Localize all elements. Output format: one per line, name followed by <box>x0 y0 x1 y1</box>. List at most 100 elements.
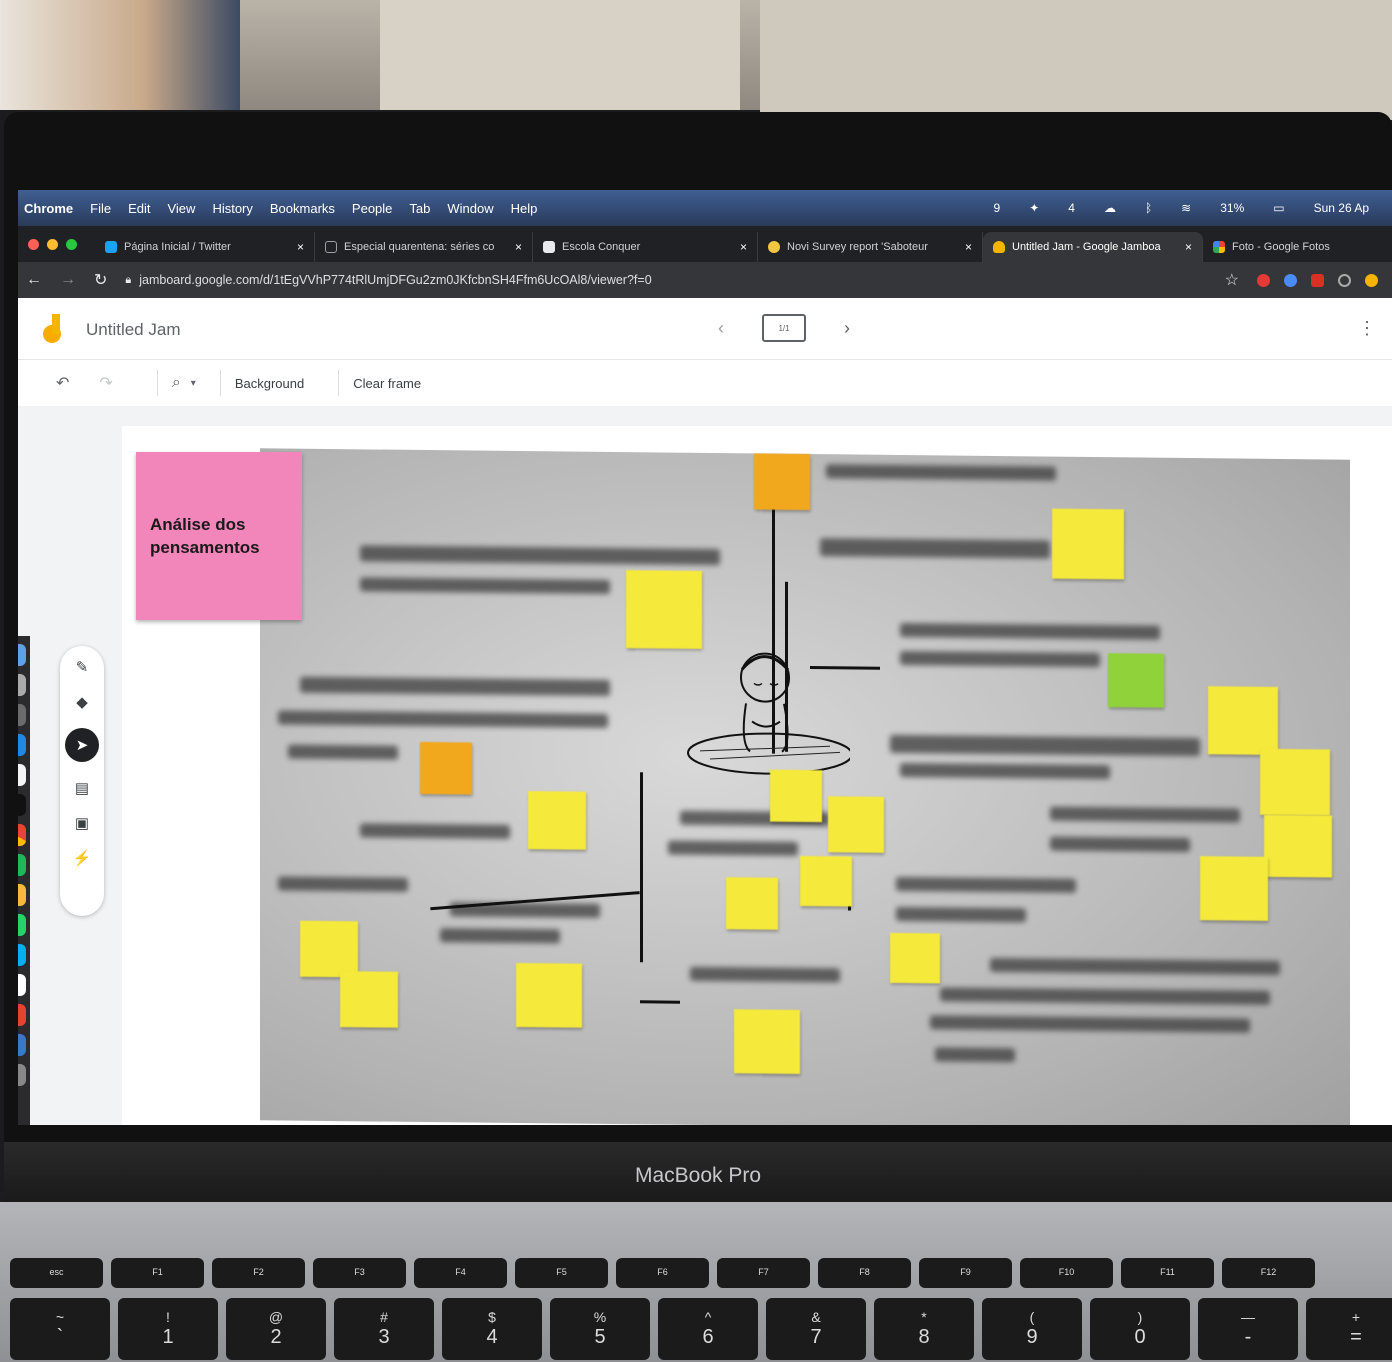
zoom-window-button[interactable] <box>66 239 77 250</box>
sticky-note[interactable] <box>1200 856 1268 921</box>
settings-icon[interactable] <box>18 674 26 696</box>
key-=[interactable]: + = <box>1306 1298 1392 1360</box>
tab-novi-survey[interactable]: Novi Survey report 'Saboteur × <box>758 232 983 262</box>
sticky-note[interactable] <box>770 769 822 823</box>
sticky-note[interactable] <box>420 741 472 795</box>
key-f7[interactable]: F7 <box>717 1258 810 1288</box>
sticky-note[interactable] <box>890 932 940 984</box>
tab-google-fotos[interactable]: Foto - Google Fotos <box>1203 232 1363 262</box>
key-5[interactable]: % 5 <box>550 1298 650 1360</box>
key-3[interactable]: #3 <box>334 1298 434 1360</box>
extension-gmail-icon[interactable] <box>1311 273 1324 287</box>
jam-title[interactable]: Untitled Jam <box>86 320 180 340</box>
preview-icon[interactable] <box>18 1034 26 1056</box>
key-7[interactable]: & 7 <box>766 1298 866 1360</box>
key--[interactable]: — - <box>1198 1298 1298 1360</box>
downloads-icon[interactable] <box>18 1064 26 1086</box>
next-frame-icon[interactable]: › <box>844 318 850 339</box>
sticky-note[interactable] <box>1108 653 1164 708</box>
key-f5[interactable]: F5 <box>515 1258 608 1288</box>
key-9[interactable]: (9 <box>982 1298 1082 1360</box>
menu-edit[interactable]: Edit <box>128 201 150 216</box>
bulb-icon[interactable] <box>18 884 26 906</box>
key-2[interactable]: @2 <box>226 1298 326 1360</box>
tab-escola-conquer[interactable]: Escola Conquer × <box>533 232 758 262</box>
key-f3[interactable]: F3 <box>313 1258 406 1288</box>
menu-view[interactable]: View <box>167 201 195 216</box>
chrome-icon[interactable] <box>18 824 26 846</box>
menu-tab[interactable]: Tab <box>409 201 430 216</box>
terminal-icon[interactable] <box>18 794 26 816</box>
sticky-note-icon[interactable]: ▤ <box>75 779 89 797</box>
zoom-dropdown-icon[interactable]: ▾ <box>191 378 196 389</box>
wifi-icon[interactable]: ≋ <box>1181 201 1191 215</box>
tab-untitled-jam[interactable]: Untitled Jam - Google Jamboa × <box>983 232 1203 262</box>
sticky-note[interactable] <box>516 962 582 1028</box>
extension-blue-icon[interactable] <box>1284 273 1297 287</box>
tab-especial[interactable]: Especial quarentena: séries co × <box>315 232 533 262</box>
skype-icon[interactable] <box>18 944 26 966</box>
launchpad-icon[interactable] <box>18 704 26 726</box>
spotify-icon[interactable] <box>18 854 26 876</box>
eraser-icon[interactable]: ◆ <box>76 693 88 711</box>
pen-icon[interactable]: ✎ <box>76 658 89 676</box>
key-1[interactable]: ! 1 <box>118 1298 218 1360</box>
key-f8[interactable]: F8 <box>818 1258 911 1288</box>
key-f6[interactable]: F6 <box>616 1258 709 1288</box>
previous-frame-icon[interactable]: ‹ <box>718 318 724 339</box>
close-tab-icon[interactable]: × <box>965 240 972 254</box>
key-4[interactable]: $4 <box>442 1298 542 1360</box>
cloud-icon[interactable]: ☁ <box>1104 201 1116 215</box>
url-field[interactable]: jamboard.google.com/d/1tEgVVhP774tRlUmjD… <box>139 273 1224 287</box>
sticky-note[interactable] <box>754 453 810 511</box>
layers-count[interactable]: 4 <box>1068 201 1075 215</box>
back-icon[interactable]: ← <box>26 271 42 289</box>
menu-window[interactable]: Window <box>447 201 493 216</box>
sticky-note[interactable] <box>300 920 358 978</box>
reload-icon[interactable]: ↻ <box>94 270 107 290</box>
menu-people[interactable]: People <box>352 201 392 216</box>
close-tab-icon[interactable]: × <box>297 240 304 254</box>
pink-sticky-note[interactable]: Análise dos pensamentos <box>136 452 302 620</box>
jam-frame[interactable]: Análise dos pensamentos <box>122 426 1392 1125</box>
sticky-note[interactable] <box>1208 686 1278 755</box>
key-f2[interactable]: F2 <box>212 1258 305 1288</box>
key-f11[interactable]: F11 <box>1121 1258 1214 1288</box>
close-tab-icon[interactable]: × <box>1185 240 1192 254</box>
sticky-note[interactable] <box>1052 508 1124 580</box>
whatsapp-icon[interactable] <box>18 914 26 936</box>
menu-file[interactable]: File <box>90 201 111 216</box>
key-esc[interactable]: esc <box>10 1258 103 1288</box>
puzzle-icon[interactable]: ✦ <box>1029 201 1039 215</box>
key-f10[interactable]: F10 <box>1020 1258 1113 1288</box>
sticky-note[interactable] <box>800 855 852 907</box>
close-tab-icon[interactable]: × <box>515 240 522 254</box>
sticky-note[interactable] <box>528 791 586 850</box>
key-f12[interactable]: F12 <box>1222 1258 1315 1288</box>
key-f1[interactable]: F1 <box>111 1258 204 1288</box>
close-tab-icon[interactable]: × <box>740 240 747 254</box>
menu-bookmarks[interactable]: Bookmarks <box>270 201 335 216</box>
laser-icon[interactable]: ⚡ <box>73 849 92 867</box>
menu-history[interactable]: History <box>212 201 252 216</box>
sticky-note[interactable] <box>1260 748 1330 816</box>
sticky-note[interactable] <box>626 570 702 649</box>
redo-icon[interactable]: ↷ <box>99 373 112 393</box>
background-button[interactable]: Background <box>235 376 304 391</box>
key-f9[interactable]: F9 <box>919 1258 1012 1288</box>
key-0[interactable]: ) 0 <box>1090 1298 1190 1360</box>
menu-help[interactable]: Help <box>511 201 538 216</box>
key-f4[interactable]: F4 <box>414 1258 507 1288</box>
sticky-note[interactable] <box>726 877 778 930</box>
sticky-note[interactable] <box>1264 814 1332 878</box>
clock[interactable]: Sun 26 Ap <box>1314 201 1369 215</box>
star-icon[interactable]: ☆ <box>1225 270 1239 290</box>
close-window-button[interactable] <box>28 239 39 250</box>
calendar-icon[interactable] <box>18 764 26 786</box>
extension-yellow-icon[interactable] <box>1365 273 1378 287</box>
more-options-icon[interactable]: ⋮ <box>1358 318 1376 339</box>
clear-frame-button[interactable]: Clear frame <box>353 376 421 391</box>
tab-twitter[interactable]: Página Inicial / Twitter × <box>95 232 315 262</box>
extension-pocket-icon[interactable] <box>1338 273 1351 287</box>
key-6[interactable]: ^ 6 <box>658 1298 758 1360</box>
